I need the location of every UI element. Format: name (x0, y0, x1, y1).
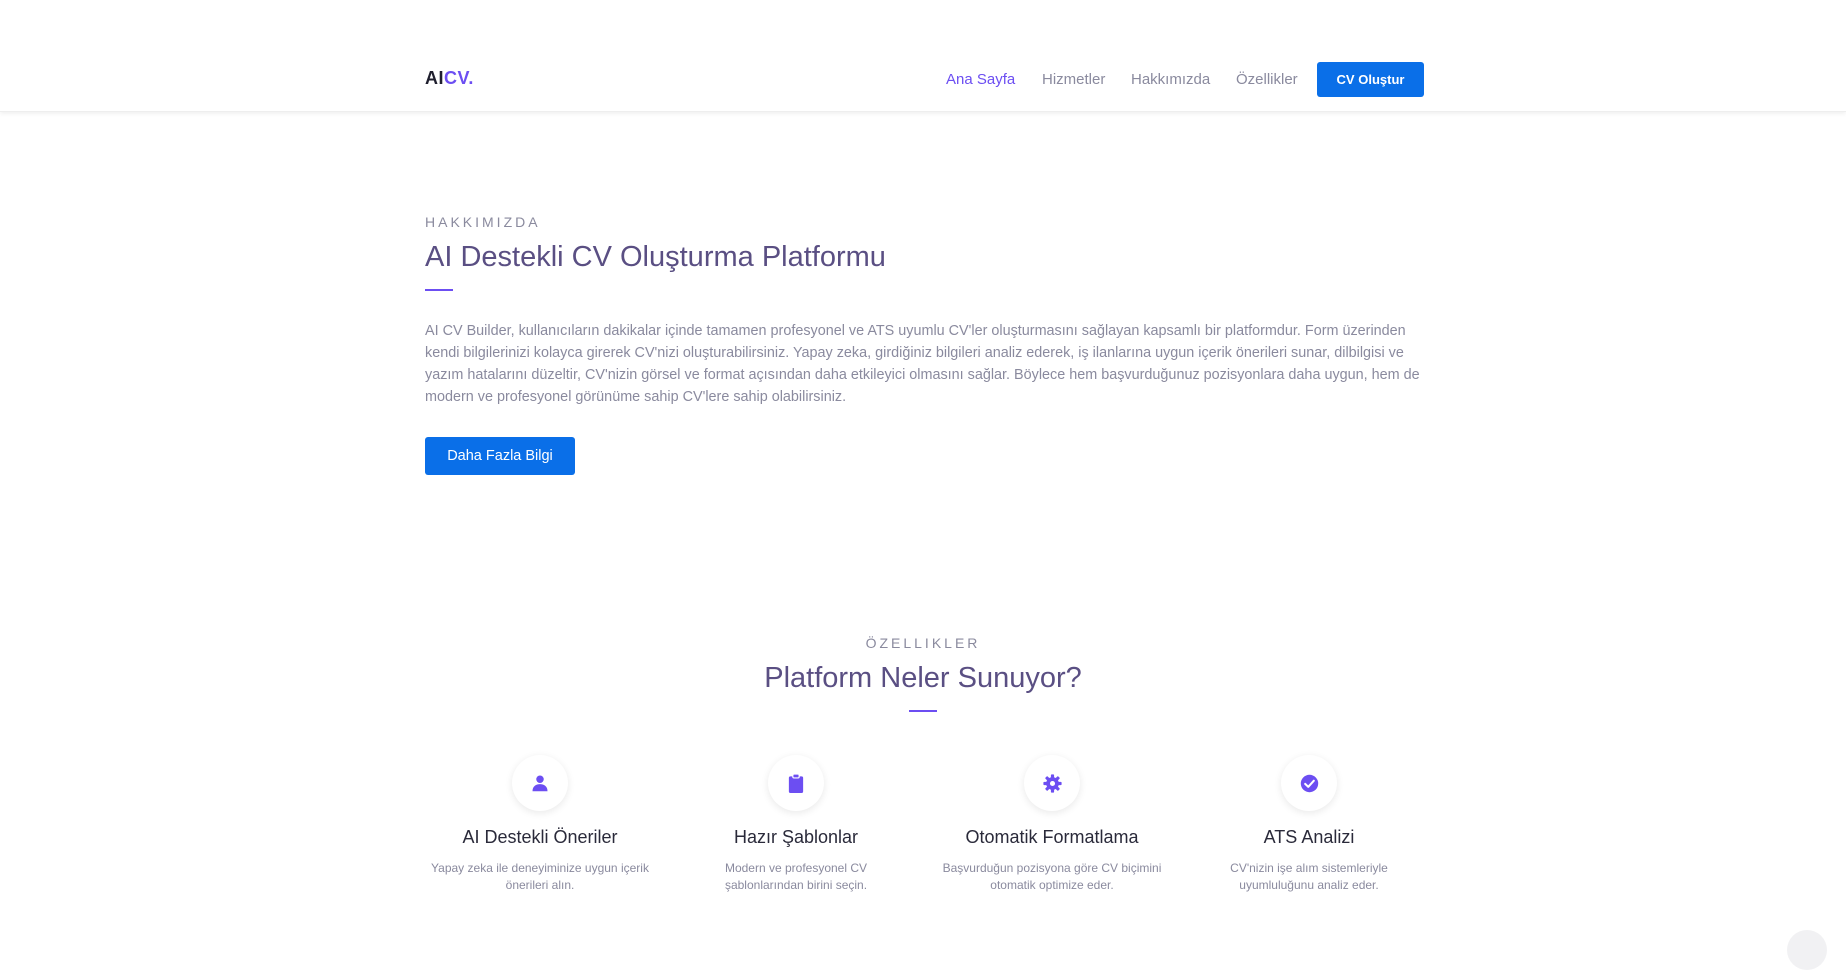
nav-item-home[interactable]: Ana Sayfa (946, 71, 1015, 88)
main-nav: Ana Sayfa Hizmetler Hakkımızda Özellikle… (0, 62, 1846, 98)
features-title-underline (909, 710, 937, 712)
about-subtitle: HAKKIMIZDA (425, 214, 541, 230)
about-title: AI Destekli CV Oluşturma Platformu (425, 241, 886, 273)
feature-title: AI Destekli Öneriler (462, 827, 618, 847)
feature-card-auto-format: Otomatik Formatlama Başvurduğun pozisyon… (937, 755, 1167, 894)
feature-description: Yapay zeka ile deneyiminize uygun içerik… (431, 861, 649, 892)
features-subtitle: ÖZELLIKLER (865, 635, 981, 651)
about-description: AI CV Builder, kullanıcıların dakikalar … (425, 323, 1420, 405)
feature-card-ai-suggestions: AI Destekli Öneriler Yapay zeka ile dene… (425, 755, 655, 894)
feature-title: ATS Analizi (1263, 827, 1355, 847)
feature-description: CV'nizin işe alım sistemleriyle uyumlulu… (1230, 861, 1388, 892)
feature-icon-circle (1281, 755, 1337, 811)
scroll-top-button[interactable] (1787, 930, 1827, 970)
about-title-underline (425, 289, 453, 291)
features-title: Platform Neler Sunuyor? (764, 662, 1082, 694)
feature-title: Otomatik Formatlama (965, 827, 1139, 847)
feature-description: Modern ve profesyonel CV şablonlarından … (724, 861, 868, 892)
nav-item-features[interactable]: Özellikler (1236, 71, 1298, 88)
feature-icon-circle (768, 755, 824, 811)
nav-item-about[interactable]: Hakkımızda (1131, 71, 1210, 88)
feature-title: Hazır Şablonlar (733, 827, 859, 847)
feature-icon-circle (512, 755, 568, 811)
feature-card-ats: ATS Analizi CV'nizin işe alım sistemleri… (1194, 755, 1424, 894)
user-icon (532, 775, 548, 792)
nav-item-services[interactable]: Hizmetler (1042, 71, 1105, 88)
gear-icon (1042, 773, 1062, 793)
check-circle-icon (1300, 774, 1318, 792)
feature-card-templates: Hazır Şablonlar Modern ve profesyonel CV… (681, 755, 911, 894)
clipboard-icon (788, 773, 804, 793)
site-header: AICV. Ana Sayfa Hizmetler Hakkımızda Öze… (0, 0, 1846, 112)
feature-description: Başvurduğun pozisyona göre CV biçimini o… (942, 861, 1162, 892)
learn-more-button[interactable]: Daha Fazla Bilgi (425, 437, 575, 475)
create-cv-button[interactable]: CV Oluştur (1317, 62, 1424, 97)
feature-icon-circle (1024, 755, 1080, 811)
